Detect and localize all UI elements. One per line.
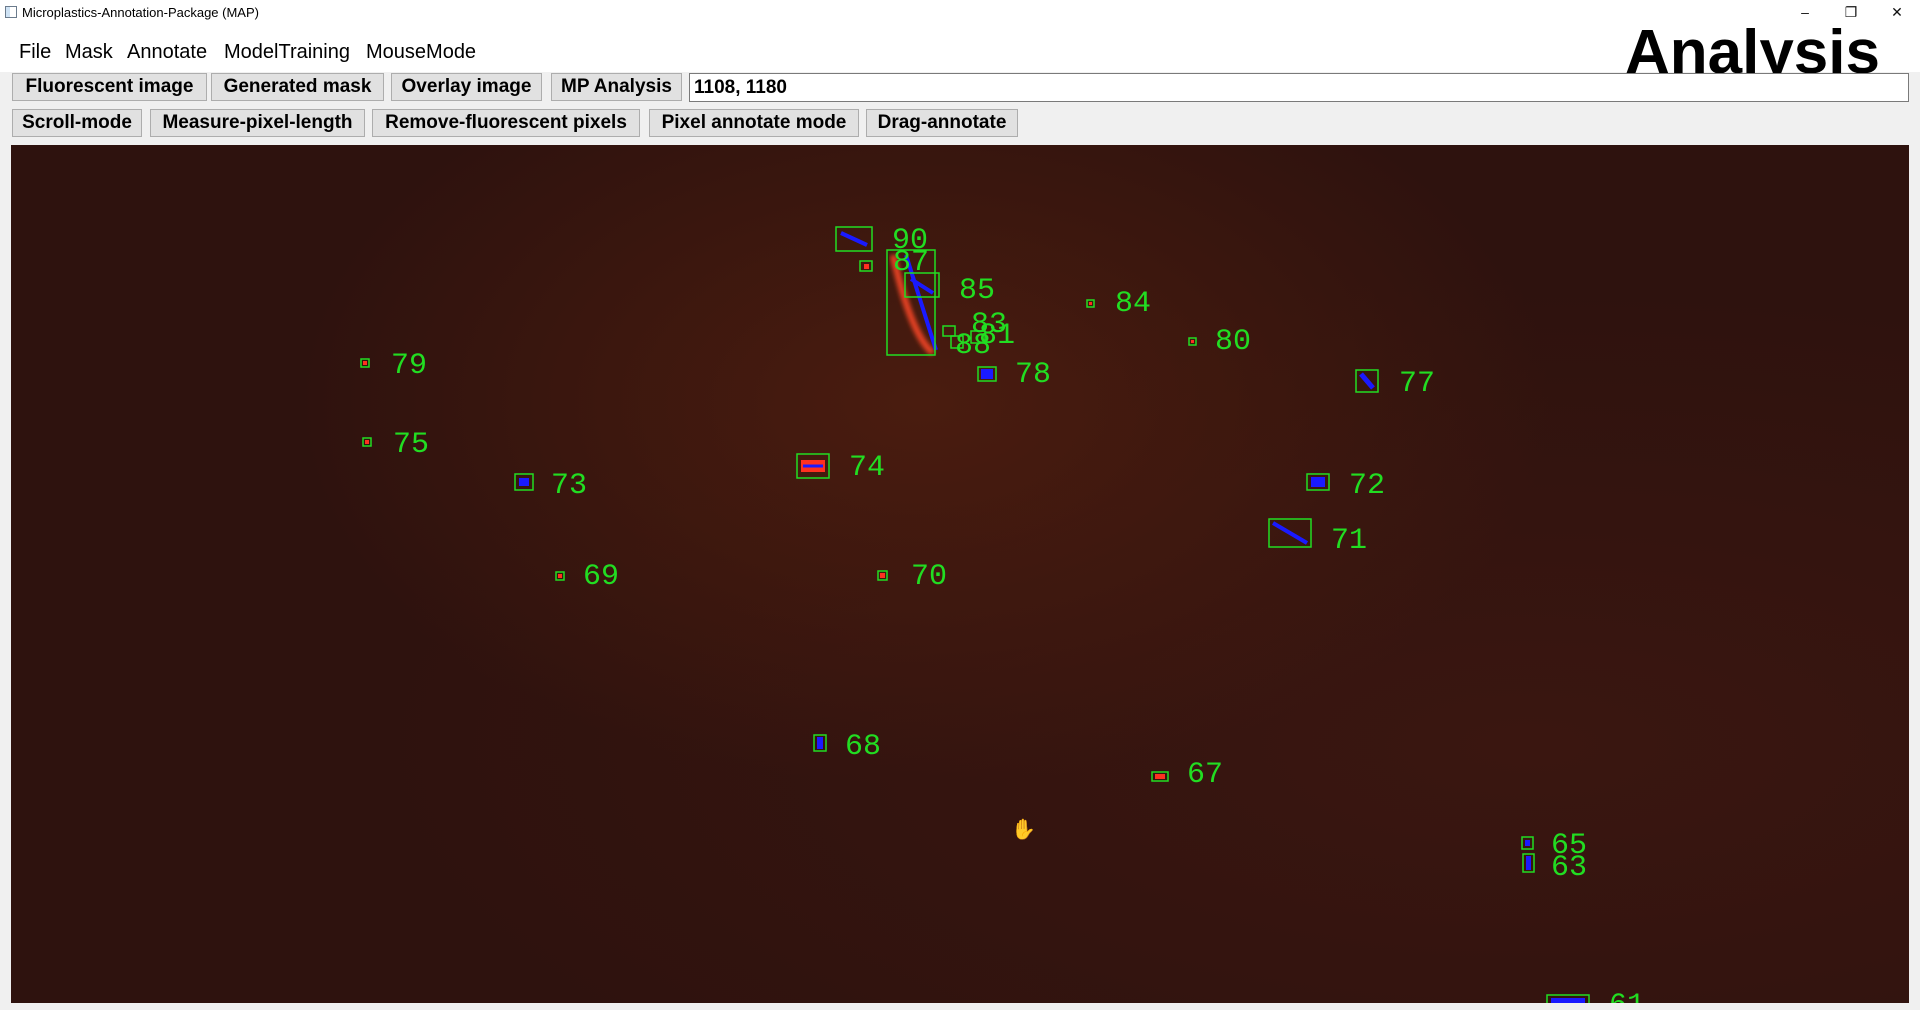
particle-63 bbox=[1526, 856, 1531, 870]
particle-65 bbox=[1525, 840, 1530, 846]
particle-77 bbox=[1359, 372, 1375, 390]
status-strip bbox=[0, 1003, 1920, 1010]
annotation-label-75: 75 bbox=[393, 428, 429, 462]
menu-mousemode[interactable]: MouseMode bbox=[366, 41, 476, 64]
particle-84 bbox=[1089, 302, 1092, 305]
particle-90 bbox=[840, 231, 868, 247]
particle-73 bbox=[519, 478, 529, 486]
particle-78 bbox=[981, 369, 993, 379]
measure-pixel-length-button[interactable]: Measure-pixel-length bbox=[150, 109, 365, 137]
particle-71 bbox=[1271, 521, 1309, 545]
generated-mask-button[interactable]: Generated mask bbox=[211, 73, 384, 101]
image-canvas[interactable]: 90 87 85 84 83 81 88 80 79 78 77 75 74 7… bbox=[11, 145, 1909, 1003]
annotation-label-61: 61 bbox=[1609, 989, 1645, 1003]
annotation-label-67: 67 bbox=[1187, 758, 1223, 792]
particle-70 bbox=[880, 573, 885, 578]
annotation-label-72: 72 bbox=[1349, 469, 1385, 503]
annotation-label-63: 63 bbox=[1551, 851, 1587, 885]
overlay-image-button[interactable]: Overlay image bbox=[391, 73, 542, 101]
menu-annotate[interactable]: Annotate bbox=[127, 41, 207, 64]
annotation-overlay: 90 87 85 84 83 81 88 80 79 78 77 75 74 7… bbox=[360, 224, 1645, 1003]
particle-79 bbox=[363, 361, 367, 365]
scroll-mode-button[interactable]: Scroll-mode bbox=[12, 109, 142, 137]
drag-annotate-button[interactable]: Drag-annotate bbox=[866, 109, 1018, 137]
annotation-label-85: 85 bbox=[959, 274, 995, 308]
annotation-label-79: 79 bbox=[391, 349, 427, 383]
annotation-box-83[interactable] bbox=[942, 325, 956, 337]
annotation-label-84: 84 bbox=[1115, 287, 1151, 321]
menu-mask[interactable]: Mask bbox=[65, 41, 113, 64]
menu-file[interactable]: File bbox=[19, 41, 51, 64]
menu-modeltraining[interactable]: ModelTraining bbox=[224, 41, 350, 64]
remove-fluorescent-pixels-button[interactable]: Remove-fluorescent pixels bbox=[372, 109, 640, 137]
particle-68 bbox=[817, 737, 823, 749]
particle-75 bbox=[365, 440, 369, 444]
app-icon bbox=[5, 6, 17, 18]
particle-72 bbox=[1311, 477, 1325, 487]
annotation-label-80: 80 bbox=[1215, 325, 1251, 359]
annotation-label-87: 87 bbox=[893, 246, 929, 280]
annotation-label-78: 78 bbox=[1015, 358, 1051, 392]
annotation-label-74: 74 bbox=[849, 451, 885, 485]
annotation-label-70: 70 bbox=[911, 560, 947, 594]
annotation-label-73: 73 bbox=[551, 469, 587, 503]
particle-69 bbox=[558, 574, 562, 578]
window-title: Microplastics-Annotation-Package (MAP) bbox=[22, 4, 259, 20]
fluorescent-image-button[interactable]: Fluorescent image bbox=[12, 73, 207, 101]
coordinates-field[interactable]: 1108, 1180 bbox=[689, 73, 1909, 102]
annotation-label-88: 88 bbox=[955, 329, 991, 363]
particle-87a bbox=[864, 264, 869, 269]
particle-67 bbox=[1155, 774, 1165, 779]
annotation-label-77: 77 bbox=[1399, 367, 1435, 401]
pixel-annotate-mode-button[interactable]: Pixel annotate mode bbox=[649, 109, 859, 137]
particle-80 bbox=[1191, 340, 1194, 343]
close-icon[interactable]: ✕ bbox=[1874, 0, 1920, 24]
mp-analysis-button[interactable]: MP Analysis bbox=[551, 73, 682, 101]
annotation-label-71: 71 bbox=[1331, 524, 1367, 558]
annotation-label-68: 68 bbox=[845, 730, 881, 764]
hand-grab-icon: ✋ bbox=[1011, 819, 1036, 841]
annotation-label-69: 69 bbox=[583, 560, 619, 594]
